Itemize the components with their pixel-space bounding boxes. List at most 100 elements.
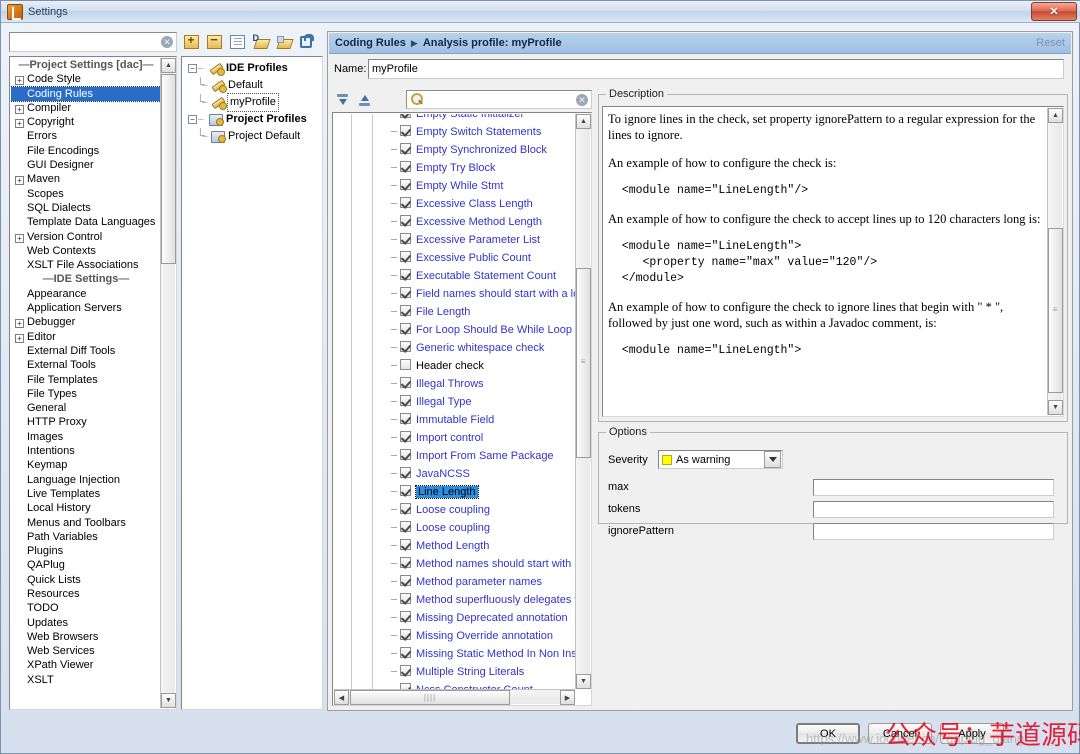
scroll-down-icon[interactable]: ▼ [161,693,176,708]
scroll-right-icon[interactable]: ▶ [560,690,575,705]
scrollbar-thumb[interactable]: |||| [350,690,510,705]
rule-row[interactable]: Excessive Parameter List [334,231,575,249]
clear-icon[interactable]: ✕ [161,36,173,48]
description-box[interactable]: To ignore lines in the check, set proper… [602,106,1064,417]
rule-row[interactable]: For Loop Should Be While Loop [334,321,575,339]
rule-row[interactable]: Empty Synchronized Block [334,141,575,159]
rule-row[interactable]: Method Length [334,537,575,555]
settings-category-tree[interactable]: —Project Settings [dac]— + Code Style Codin… [9,56,177,710]
rules-filter-input[interactable] [423,92,576,107]
rule-checkbox[interactable] [400,467,411,478]
sidebar-item-todo[interactable]: TODO [11,601,161,615]
rule-row[interactable]: Loose coupling [334,519,575,537]
rule-row[interactable]: File Length [334,303,575,321]
rule-checkbox[interactable] [400,611,411,622]
export-profile-button[interactable] [273,32,293,52]
rule-checkbox[interactable] [400,449,411,460]
rule-row[interactable]: Empty While Stmt [334,177,575,195]
sidebar-item-version-control[interactable]: + Version Control [11,230,161,244]
rule-checkbox[interactable] [400,269,411,280]
sidebar-item-code-style[interactable]: + Code Style [11,72,161,86]
sidebar-item-language-injection[interactable]: Language Injection [11,473,161,487]
import-profile-button[interactable] [250,32,270,52]
remove-profile-button[interactable] [204,32,224,52]
rule-checkbox[interactable] [400,377,411,388]
expand-icon[interactable]: + [15,76,24,86]
rule-row[interactable]: Illegal Type [334,393,575,411]
scroll-up-icon[interactable]: ▲ [576,114,591,129]
rule-row[interactable]: Multiple String Literals [334,663,575,681]
rule-checkbox[interactable] [400,647,411,658]
sidebar-item-web-services[interactable]: Web Services [11,644,161,658]
chevron-down-icon[interactable] [764,451,781,468]
profile-node-ide-profiles[interactable]: − – IDE Profiles [184,60,320,77]
rule-row[interactable]: Empty Switch Statements [334,123,575,141]
rule-row[interactable]: Missing Static Method In Non Instantiat [334,645,575,663]
rule-row[interactable]: Excessive Method Length [334,213,575,231]
rule-row[interactable]: Line Length [334,483,575,501]
rule-checkbox[interactable] [400,323,411,334]
sidebar-item-xslt[interactable]: XSLT [11,673,161,687]
rule-row[interactable]: Illegal Throws [334,375,575,393]
rule-checkbox[interactable] [400,161,411,172]
rule-row[interactable]: Field names should start with a lower ca [334,285,575,303]
rule-checkbox[interactable] [400,305,411,316]
sidebar-item-errors[interactable]: Errors [11,129,161,143]
sidebar-item-keymap[interactable]: Keymap [11,458,161,472]
sidebar-item-sql-dialects[interactable]: SQL Dialects [11,201,161,215]
scroll-left-icon[interactable]: ◀ [334,690,349,705]
rule-checkbox[interactable] [400,503,411,514]
lock-profile-button[interactable] [296,32,316,52]
rule-checkbox[interactable] [400,287,411,298]
rule-row[interactable]: Method names should start with a lower [334,555,575,573]
sidebar-item-resources[interactable]: Resources [11,587,161,601]
ok-button[interactable]: OK [796,723,860,744]
severity-select[interactable]: As warning [658,450,783,469]
expand-icon[interactable]: + [15,333,24,343]
rule-checkbox[interactable] [400,629,411,640]
rules-filter-box[interactable]: ✕ [406,90,592,109]
expand-icon[interactable]: + [15,319,24,329]
rule-checkbox[interactable] [400,539,411,550]
copy-profile-button[interactable] [227,32,247,52]
cancel-button[interactable]: Cancel [868,723,932,744]
rule-checkbox[interactable] [400,114,411,118]
scrollbar-thumb[interactable] [161,74,176,264]
rule-row[interactable]: Import From Same Package [334,447,575,465]
add-profile-button[interactable] [181,32,201,52]
scrollbar-thumb[interactable]: ≡ [576,268,591,458]
scroll-down-icon[interactable]: ▼ [576,674,591,689]
rule-checkbox[interactable] [400,359,411,370]
sidebar-item-images[interactable]: Images [11,430,161,444]
rule-checkbox[interactable] [400,197,411,208]
rule-row[interactable]: Missing Deprecated annotation [334,609,575,627]
sidebar-item-coding-rules[interactable]: Coding Rules [11,85,161,102]
rule-checkbox[interactable] [400,485,411,496]
sidebar-item-scopes[interactable]: Scopes [11,187,161,201]
clear-filter-icon[interactable]: ✕ [576,93,588,106]
expand-icon[interactable]: + [15,233,24,243]
sidebar-item-external-diff-tools[interactable]: External Diff Tools [11,344,161,358]
sidebar-item-http-proxy[interactable]: HTTP Proxy [11,415,161,429]
close-button[interactable]: ✕ [1031,2,1077,21]
rule-checkbox[interactable] [400,179,411,190]
rules-horizontal-scrollbar[interactable]: ◀ |||| ▶ [334,689,575,705]
sidebar-item-maven[interactable]: + Maven [11,172,161,186]
sidebar-item-file-encodings[interactable]: File Encodings [11,144,161,158]
rule-checkbox[interactable] [400,341,411,352]
sidebar-item-compiler[interactable]: + Compiler [11,101,161,115]
expand-icon[interactable]: + [15,104,24,114]
scroll-down-icon[interactable]: ▼ [1048,400,1063,415]
rule-checkbox[interactable] [400,251,411,262]
sidebar-item-updates[interactable]: Updates [11,616,161,630]
expand-icon[interactable]: + [15,176,24,186]
rule-checkbox[interactable] [400,215,411,226]
option-input-ignorepattern[interactable] [813,522,1054,540]
description-scrollbar[interactable]: ▲ ≡ ▼ [1047,108,1063,415]
apply-button[interactable]: Apply [940,723,1004,744]
rule-row[interactable]: Header check [334,357,575,375]
rule-checkbox[interactable] [400,557,411,568]
rule-row[interactable]: Method superfluously delegates to pare [334,591,575,609]
rule-row[interactable]: Empty Static Initializer [334,114,575,123]
rule-row[interactable]: Generic whitespace check [334,339,575,357]
